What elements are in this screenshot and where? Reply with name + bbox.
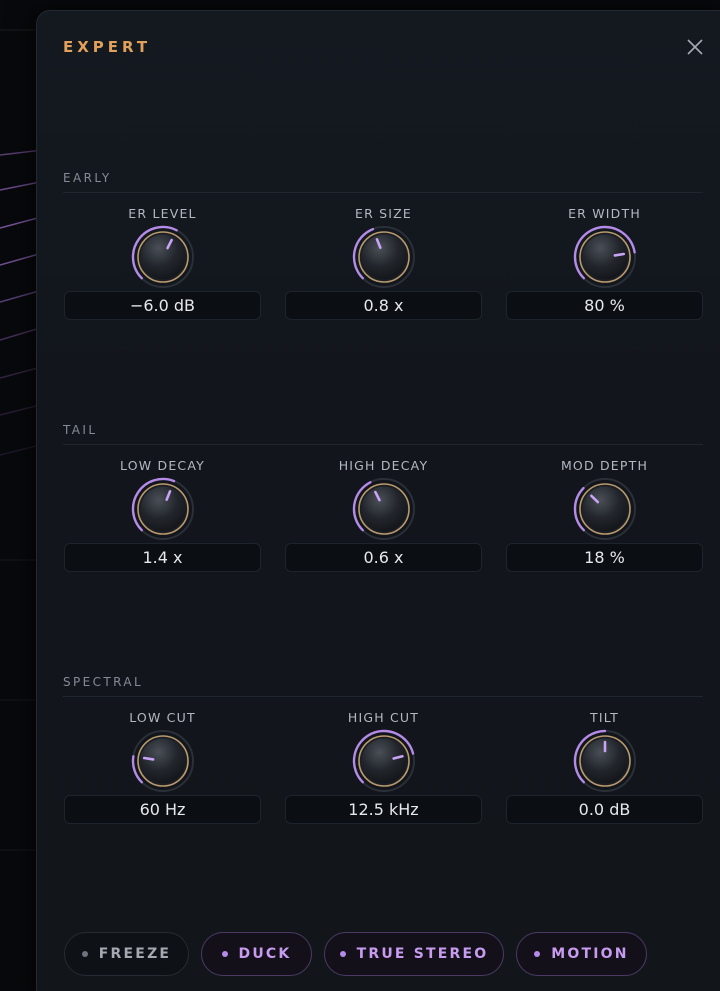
rotary-knob[interactable]	[130, 224, 196, 290]
knob-body	[361, 234, 407, 280]
knob-control: HIGH DECAY 0.6 x	[285, 458, 482, 588]
knob-label: ER WIDTH	[568, 206, 641, 221]
toggle-label: DUCK	[238, 946, 292, 962]
knob-label: LOW DECAY	[120, 458, 205, 473]
knob-control: LOW CUT 60 Hz	[64, 710, 261, 840]
rotary-knob[interactable]	[130, 728, 196, 794]
panel-title: EXPERT	[63, 38, 152, 56]
section-label-spectral: SPECTRAL	[63, 675, 144, 689]
knob-value-field[interactable]: 0.6 x	[285, 543, 482, 572]
knob-label: HIGH CUT	[347, 710, 420, 725]
true-stereo-toggle[interactable]: TRUE STEREO	[324, 932, 504, 976]
knob-value-field[interactable]: 0.0 dB	[506, 795, 703, 824]
section-label-tail: TAIL	[63, 423, 98, 437]
knob-body	[582, 486, 628, 532]
knob-label: ER SIZE	[354, 206, 413, 221]
motion-toggle[interactable]: MOTION	[516, 932, 647, 976]
knob-control: LOW DECAY 1.4 x	[64, 458, 261, 588]
rotary-knob[interactable]	[572, 224, 638, 290]
knob-value-field[interactable]: 18 %	[506, 543, 703, 572]
freeze-toggle[interactable]: FREEZE	[64, 932, 189, 976]
knob-body	[140, 234, 186, 280]
knob-label: MOD DEPTH	[560, 458, 649, 473]
toggle-label: MOTION	[551, 946, 629, 962]
close-icon	[687, 39, 703, 55]
knob-value-field[interactable]: 1.4 x	[64, 543, 261, 572]
knob-body	[361, 738, 407, 784]
knob-control: TILT 0.0 dB	[506, 710, 703, 840]
knob-control: MOD DEPTH 18 %	[506, 458, 703, 588]
knob-pointer	[142, 756, 155, 761]
status-dot-icon	[81, 951, 88, 957]
section-divider	[63, 444, 703, 445]
knob-value-field[interactable]: 12.5 kHz	[285, 795, 482, 824]
knob-label: TILT	[589, 710, 619, 725]
knob-body	[140, 738, 186, 784]
knob-body	[582, 234, 628, 280]
knob-pointer	[613, 252, 626, 257]
rotary-knob[interactable]	[130, 476, 196, 542]
section-label-early: EARLY	[63, 171, 112, 185]
knob-label: HIGH DECAY	[338, 458, 429, 473]
knob-value-field[interactable]: 80 %	[506, 291, 703, 320]
rotary-knob[interactable]	[572, 728, 638, 794]
status-dot-icon	[339, 951, 346, 957]
knob-control: ER WIDTH 80 %	[506, 206, 703, 336]
knob-control: ER SIZE 0.8 x	[285, 206, 482, 336]
rotary-knob[interactable]	[351, 476, 417, 542]
knob-label: LOW CUT	[129, 710, 196, 725]
rotary-knob[interactable]	[572, 476, 638, 542]
knob-control: ER LEVEL −6.0 dB	[64, 206, 261, 336]
rotary-knob[interactable]	[351, 224, 417, 290]
knob-value-field[interactable]: −6.0 dB	[64, 291, 261, 320]
toggle-label: TRUE STEREO	[356, 946, 489, 962]
knob-control: HIGH CUT 12.5 kHz	[285, 710, 482, 840]
duck-toggle[interactable]: DUCK	[201, 932, 312, 976]
close-button[interactable]	[684, 36, 706, 58]
knob-label: ER LEVEL	[128, 206, 197, 221]
knob-value-field[interactable]: 0.8 x	[285, 291, 482, 320]
status-dot-icon	[534, 951, 541, 957]
knob-body	[361, 486, 407, 532]
knob-body	[140, 486, 186, 532]
knob-value-field[interactable]: 60 Hz	[64, 795, 261, 824]
toggle-label: FREEZE	[98, 946, 172, 962]
section-divider	[63, 696, 703, 697]
rotary-knob[interactable]	[351, 728, 417, 794]
section-divider	[63, 192, 703, 193]
status-dot-icon	[221, 951, 228, 957]
